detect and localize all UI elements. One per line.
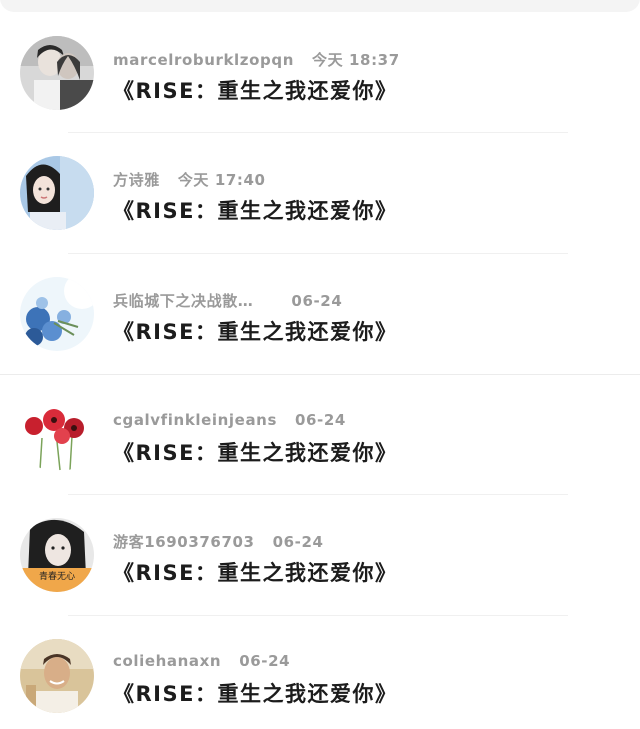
username[interactable]: 游客1690376703 [113,533,255,551]
comment-title[interactable]: 《RISE：重生之我还爱你》 [113,678,397,708]
couple-photo-avatar [20,36,94,110]
username[interactable]: coliehanaxn [113,652,221,670]
smiling-man-avatar [20,639,94,713]
comment-meta: coliehanaxn 06-24 [113,652,290,672]
avatar[interactable] [20,398,94,472]
username[interactable]: 方诗雅 [113,171,160,189]
comment-title[interactable]: 《RISE：重生之我还爱你》 [113,557,397,587]
blue-flowers-avatar [20,277,94,351]
avatar[interactable] [20,156,94,230]
red-poppies-avatar [20,398,94,472]
list-item[interactable]: 青春无心 游客1690376703 06-24 《RISE：重生之我还爱你》 [0,482,640,602]
avatar[interactable] [20,36,94,110]
timestamp: 06-24 [239,652,291,670]
avatar[interactable] [20,277,94,351]
timestamp: 06-24 [291,292,343,310]
comment-meta: 兵临城下之决战散… 06-24 [113,290,342,310]
list-item[interactable]: cgalvfinkleinjeans 06-24 《RISE：重生之我还爱你》 [0,362,640,482]
username[interactable]: marcelroburklzopqn [113,51,294,69]
comment-title[interactable]: 《RISE：重生之我还爱你》 [113,316,397,346]
avatar[interactable] [20,639,94,713]
timestamp: 今天 17:40 [177,171,266,189]
avatar[interactable]: 青春无心 [20,518,94,592]
comment-list-page: marcelroburklzopqn 今天 18:37 《RISE：重生之我还爱你… [0,0,640,729]
username[interactable]: 兵临城下之决战散… [113,292,253,310]
comment-meta: 游客1690376703 06-24 [113,531,324,551]
dark-hair-girl-avatar: 青春无心 [20,518,94,592]
list-item[interactable]: coliehanaxn 06-24 《RISE：重生之我还爱你》 [0,603,640,723]
timestamp: 今天 18:37 [311,51,400,69]
comment-meta: 方诗雅 今天 17:40 [113,169,266,189]
username[interactable]: cgalvfinkleinjeans [113,411,277,429]
list-item[interactable]: 兵临城下之决战散… 06-24 《RISE：重生之我还爱你》 [0,241,640,361]
comment-title[interactable]: 《RISE：重生之我还爱你》 [113,75,397,105]
list-item[interactable]: marcelroburklzopqn 今天 18:37 《RISE：重生之我还爱你… [0,0,640,120]
comment-meta: marcelroburklzopqn 今天 18:37 [113,49,400,69]
comment-title[interactable]: 《RISE：重生之我还爱你》 [113,195,397,225]
list-item[interactable]: 方诗雅 今天 17:40 《RISE：重生之我还爱你》 [0,120,640,240]
timestamp: 06-24 [272,533,324,551]
comment-title[interactable]: 《RISE：重生之我还爱你》 [113,437,397,467]
comment-meta: cgalvfinkleinjeans 06-24 [113,411,346,431]
girl-portrait-avatar [20,156,94,230]
avatar-caption: 青春无心 [39,570,75,582]
timestamp: 06-24 [294,411,346,429]
